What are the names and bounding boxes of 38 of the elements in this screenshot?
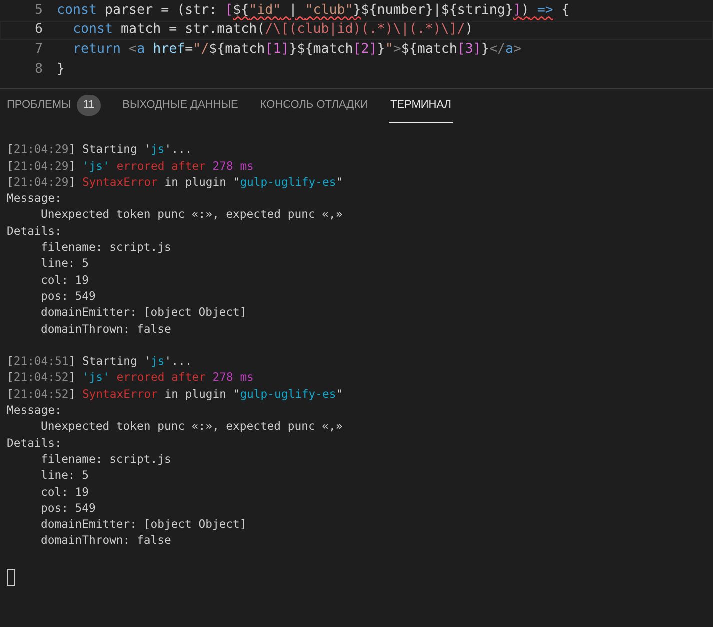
terminal-line: domainThrown: false <box>40 320 172 337</box>
count-badge: 11 <box>77 95 101 116</box>
panel-tab[interactable]: ТЕРМИНАЛ <box>389 89 453 123</box>
terminal-line: Details: <box>7 434 63 451</box>
terminal-line: pos: 549 <box>40 288 97 304</box>
panel-tab[interactable]: ПРОБЛЕМЫ 11 <box>6 89 102 123</box>
terminal-line: [21:04:29] Starting 'js'... <box>7 141 194 158</box>
terminal-line: col: 19 <box>40 272 90 288</box>
terminal-line: line: 5 <box>40 467 90 484</box>
terminal-line: domainEmitter: [object Object] <box>40 304 248 321</box>
terminal-line: [21:04:51] Starting 'js'... <box>7 353 194 370</box>
terminal-line: [21:04:52] SyntaxError in plugin "gulp-uglify-es" <box>7 386 344 402</box>
line-number: 5 <box>34 2 43 20</box>
line-number: 6 <box>34 21 43 40</box>
terminal-line: Message: <box>7 402 63 418</box>
line-number: 8 <box>34 60 43 79</box>
code-line: return <a href="/${match[1]}${match[2]}">${match[3]}</a> <box>72 41 522 60</box>
terminal-line: pos: 549 <box>40 500 97 516</box>
code-line: const parser = (str: [${"id" | "club"}${number}|${string}]) => { <box>57 2 570 20</box>
terminal-line: filename: script.js <box>40 239 172 256</box>
terminal-line: domainThrown: false <box>40 532 172 549</box>
terminal-line: Details: <box>7 222 63 240</box>
terminal-cursor <box>7 568 15 586</box>
terminal-line: Unexpected token punc «:», expected punc «,» <box>40 418 344 435</box>
terminal-line: line: 5 <box>40 255 90 272</box>
code-line: const match = str.match(/\[(club|id)(.*)\|(.*)\]/) <box>72 21 474 40</box>
terminal-line: filename: script.js <box>40 450 172 468</box>
terminal-line: [21:04:29] 'js' errored after 278 ms <box>7 158 255 174</box>
terminal-line: col: 19 <box>40 484 90 500</box>
line-number: 7 <box>34 41 43 60</box>
terminal-line: domainEmitter: [object Object] <box>40 516 248 532</box>
terminal-line: Unexpected token punc «:», expected punc «,» <box>40 206 344 223</box>
terminal-line: [21:04:29] SyntaxError in plugin "gulp-uglify-es" <box>7 174 344 190</box>
terminal-line: [21:04:52] 'js' errored after 278 ms <box>7 369 255 386</box>
panel-tab[interactable]: КОНСОЛЬ ОТЛАДКИ <box>259 89 370 123</box>
panel-tab[interactable]: ВЫХОДНЫЕ ДАННЫЕ <box>122 89 240 123</box>
code-line: } <box>57 60 66 79</box>
terminal-line: Message: <box>7 190 63 206</box>
